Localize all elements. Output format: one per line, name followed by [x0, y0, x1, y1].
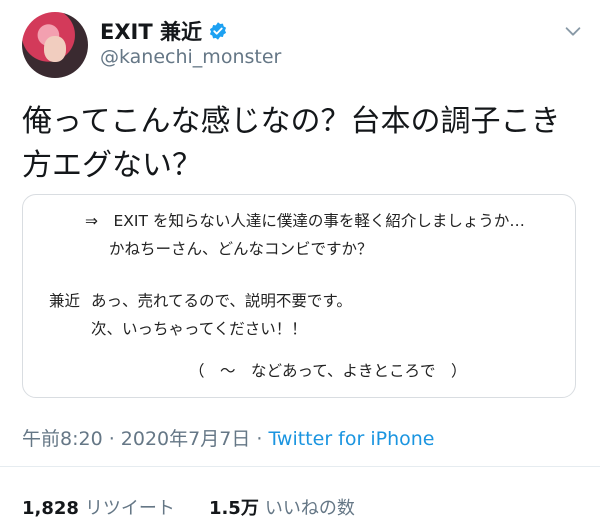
meta-separator: · — [102, 428, 121, 450]
divider — [0, 466, 600, 467]
tweet-text-line2: 方エグない？ — [22, 148, 202, 183]
chevron-down-icon[interactable] — [562, 20, 584, 42]
avatar-face — [44, 36, 66, 62]
image-speaker: 兼近 — [49, 292, 81, 310]
tweet-stats: 1,828 リツイート 1.5万 いいねの数 — [22, 494, 355, 520]
tweet-text: 俺ってこんな感じなの？台本の調子こき 方エグない？ — [22, 100, 582, 188]
user-name-row: EXIT 兼近 — [100, 16, 228, 46]
image-text-line4: 次、いっちゃってください！！ — [91, 320, 307, 338]
image-text-line3: あっ、売れてるので、説明不要です。 — [91, 292, 352, 310]
tweet-time: 午前8:20 — [22, 428, 103, 450]
image-text-line2: かねちーさん、どんなコンビですか？ — [109, 240, 373, 258]
tweet-date[interactable]: 2020年7月7日 — [121, 428, 251, 450]
image-text-line1: ⇒ EXIT を知らない人達に僕達の事を軽く紹介しましょうか… — [85, 212, 525, 230]
image-text-line5: （ ～ などあって、よきところで ） — [189, 362, 467, 380]
retweet-label[interactable]: リツイート — [85, 494, 175, 520]
display-name[interactable]: EXIT 兼近 — [100, 16, 202, 46]
like-count[interactable]: 1.5万 — [209, 494, 259, 520]
tweet-meta: 午前8:20 · 2020年7月7日 · Twitter for iPhone — [22, 424, 434, 451]
retweet-count[interactable]: 1,828 — [22, 498, 79, 519]
verified-badge-icon — [209, 22, 227, 40]
tweet-source-link[interactable]: Twitter for iPhone — [268, 428, 434, 450]
avatar[interactable] — [22, 12, 88, 78]
user-handle[interactable]: @kanechi_monster — [100, 46, 281, 68]
meta-separator: · — [250, 428, 269, 450]
tweet-text-line1: 俺ってこんな感じなの？台本の調子こき — [22, 104, 561, 139]
like-label[interactable]: いいねの数 — [265, 494, 355, 520]
attached-image-box[interactable]: ⇒ EXIT を知らない人達に僕達の事を軽く紹介しましょうか… かねちーさん、ど… — [22, 194, 576, 398]
